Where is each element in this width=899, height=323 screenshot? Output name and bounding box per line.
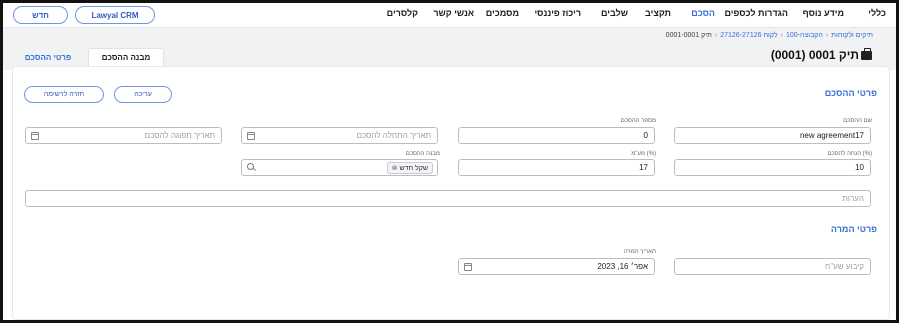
search-icon[interactable] — [247, 163, 254, 170]
agreement-name-label: שם ההסכם — [843, 118, 872, 124]
nav-stages[interactable]: שלבים — [601, 8, 628, 18]
end-date-placeholder: תאריך תפוגה להסכם — [144, 131, 215, 140]
notes-placeholder: הערות — [842, 194, 864, 203]
calendar-icon[interactable] — [31, 132, 39, 140]
calendar-icon[interactable] — [247, 132, 255, 140]
breadcrumb-chevron-icon: ‹ — [714, 32, 718, 39]
calendar-icon[interactable] — [464, 263, 472, 271]
agreement-number-field[interactable]: 0 — [458, 127, 655, 144]
nav-additional-info[interactable]: מידע נוסף — [803, 8, 844, 18]
top-nav-bar: כללי מידע נוסף הגדרות לכספים הסכם תקציב … — [3, 3, 896, 28]
tab-agreement-details[interactable]: פרטי ההסכם — [14, 48, 82, 66]
start-date-field[interactable]: תאריך התחלה להסכם — [241, 127, 438, 144]
agreement-section-title: פרטי ההסכם — [824, 88, 877, 98]
breadcrumb-chevron-icon: ‹ — [825, 32, 829, 39]
conversion-date-field[interactable]: אפר׳ 16, 2023 — [458, 258, 655, 275]
agreement-structure-label: מבנה ההסכם — [405, 151, 440, 157]
tab-agreement-structure[interactable]: מבנה ההסכם — [88, 48, 164, 66]
agreement-name-field[interactable]: new agreement17 — [674, 127, 871, 144]
nav-documents[interactable]: מסמכים — [486, 8, 519, 18]
conversion-date-label: תאריך המרה — [623, 249, 656, 255]
notes-field[interactable]: הערות — [25, 190, 871, 207]
start-date-placeholder: תאריך התחלה להסכם — [356, 131, 431, 140]
vat-field[interactable]: 17 — [458, 159, 655, 176]
breadcrumb-clients[interactable]: תיקים ולקוחות — [831, 32, 873, 39]
conversion-date-value: אפר׳ 16, 2023 — [597, 262, 648, 271]
edit-button[interactable]: עריכה — [114, 86, 172, 103]
discount-label: הנחה להסכם (%) — [827, 151, 872, 157]
breadcrumb-group[interactable]: הקבוצה-100 — [786, 32, 823, 39]
exchange-rate-placeholder: קיבוע שע"ח — [825, 262, 864, 271]
currency-chip[interactable]: ⊗ שקל חדש — [386, 162, 433, 174]
breadcrumb-client[interactable]: לקוח 27126-27126 — [720, 32, 777, 39]
lawyal-crm-button[interactable]: Lawyal CRM — [75, 6, 155, 24]
vat-value: 17 — [639, 163, 648, 172]
breadcrumb-current: תיק 0001-0001 — [665, 32, 712, 39]
nav-financial-summary[interactable]: ריכוז פיננסי — [534, 8, 581, 18]
currency-chip-label: שקל חדש — [399, 164, 429, 172]
agreement-number-value: 0 — [643, 131, 648, 140]
conversion-section-title: פרטי המרה — [830, 224, 877, 234]
new-button[interactable]: חדש — [13, 6, 68, 24]
breadcrumb: תיקים ולקוחות‹הקבוצה-100‹לקוח 27126-2712… — [666, 32, 873, 39]
breadcrumb-chevron-icon: ‹ — [780, 32, 783, 39]
nav-binders[interactable]: קלסרים — [387, 8, 418, 18]
exchange-rate-field[interactable]: קיבוע שע"ח — [674, 258, 871, 275]
vat-label: מע"מ (%) — [631, 151, 656, 157]
agreement-name-value: new agreement17 — [799, 131, 864, 140]
discount-value: 10 — [855, 163, 864, 172]
nav-budget[interactable]: תקציב — [645, 8, 671, 18]
nav-finance-settings[interactable]: הגדרות לכספים — [724, 8, 788, 18]
briefcase-icon — [861, 48, 872, 60]
nav-contacts[interactable]: אנשי קשר — [433, 8, 474, 18]
nav-agreement[interactable]: הסכם — [691, 8, 715, 18]
agreement-card: פרטי ההסכם עריכה חזרה לרשימה שם ההסכם מס… — [12, 66, 890, 320]
page-title: תיק 0001 (0001) — [770, 48, 859, 62]
back-to-list-button[interactable]: חזרה לרשימה — [24, 86, 104, 103]
nav-general[interactable]: כללי — [868, 8, 886, 18]
end-date-field[interactable]: תאריך תפוגה להסכם — [25, 127, 222, 144]
agreement-structure-select[interactable]: ⊗ שקל חדש — [241, 159, 438, 176]
remove-chip-icon[interactable]: ⊗ — [392, 164, 398, 172]
agreement-number-label: מספר ההסכם — [620, 118, 656, 124]
discount-field[interactable]: 10 — [674, 159, 871, 176]
